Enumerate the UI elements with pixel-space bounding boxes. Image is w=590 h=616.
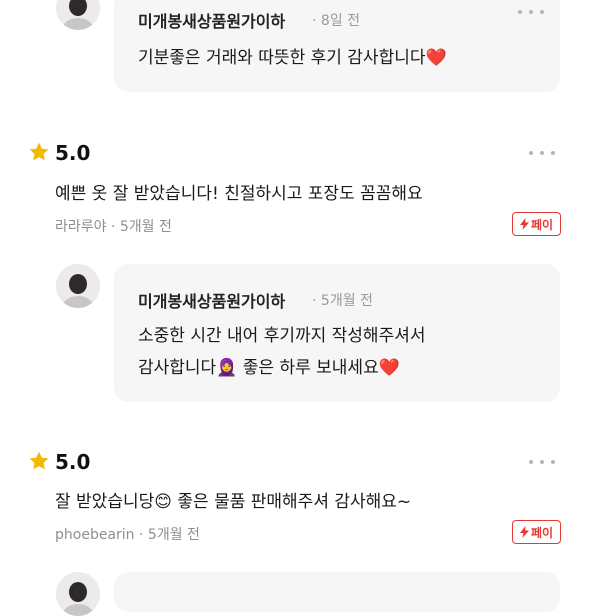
reply-text: 소중한 시간 내어 후기까지 작성해주셔서 감사합니다🧕 좋은 하루 보내세요❤… bbox=[138, 320, 426, 384]
reviewer-meta[interactable]: phoebearin · 5개월 전 bbox=[55, 524, 200, 544]
reply-time: 8일 전 bbox=[320, 13, 361, 29]
seller-avatar[interactable] bbox=[56, 264, 100, 308]
reply-meta: · 8일 전 bbox=[312, 13, 361, 29]
heart-emoji: ❤️ bbox=[378, 358, 400, 378]
star-icon bbox=[29, 451, 49, 470]
reply-text: 기분좋은 거래와 따뜻한 후기 감사합니다❤️ bbox=[138, 48, 447, 68]
seller-avatar[interactable] bbox=[56, 572, 100, 616]
rating-score: 5.0 bbox=[55, 450, 91, 474]
pay-badge-label: 페이 bbox=[530, 525, 554, 540]
smile-emoji: 😊 bbox=[154, 492, 172, 512]
seller-name[interactable]: 미개봉새상품원가이하 bbox=[138, 288, 285, 312]
review-text: 잘 받았습니당😊 좋은 물품 판매해주셔 감사해요~ bbox=[55, 492, 412, 512]
heart-emoji: ❤️ bbox=[425, 48, 447, 68]
seller-reply-bubble: 미개봉새상품원가이하 · 8일 전 기분좋은 거래와 따뜻한 후기 감사합니다❤… bbox=[114, 0, 560, 92]
reviewer-name[interactable]: phoebearin bbox=[55, 527, 135, 543]
reply-meta: · 5개월 전 bbox=[312, 293, 373, 309]
reviewer-meta[interactable]: 라라루야 · 5개월 전 bbox=[55, 216, 172, 236]
pay-badge: 페이 bbox=[512, 212, 561, 236]
seller-reply-bubble bbox=[114, 572, 560, 612]
review-time: 5개월 전 bbox=[119, 219, 172, 235]
star-icon bbox=[29, 142, 49, 161]
more-dots-icon[interactable] bbox=[529, 147, 557, 157]
pay-badge-label: 페이 bbox=[530, 217, 554, 232]
reviewer-name[interactable]: 라라루야 bbox=[55, 219, 107, 235]
review-text: 예쁜 옷 잘 받았습니다! 친절하시고 포장도 꼼꼼해요 bbox=[55, 184, 423, 204]
more-dots-icon[interactable] bbox=[518, 6, 546, 16]
seller-avatar[interactable] bbox=[56, 0, 100, 30]
rating-score: 5.0 bbox=[55, 141, 91, 165]
seller-reply-bubble: 미개봉새상품원가이하 · 5개월 전 소중한 시간 내어 후기까지 작성해주셔서… bbox=[114, 264, 560, 402]
reply-time: 5개월 전 bbox=[320, 293, 373, 309]
reply-line: 감사합니다🧕 좋은 하루 보내세요❤️ bbox=[138, 358, 400, 378]
lightning-icon bbox=[519, 218, 529, 230]
seller-name[interactable]: 미개봉새상품원가이하 bbox=[138, 8, 285, 32]
review-time: 5개월 전 bbox=[147, 527, 200, 543]
more-dots-icon[interactable] bbox=[529, 456, 557, 466]
reply-line: 소중한 시간 내어 후기까지 작성해주셔서 bbox=[138, 326, 426, 346]
lightning-icon bbox=[519, 526, 529, 538]
pay-badge: 페이 bbox=[512, 520, 561, 544]
person-emoji: 🧕 bbox=[216, 358, 238, 378]
